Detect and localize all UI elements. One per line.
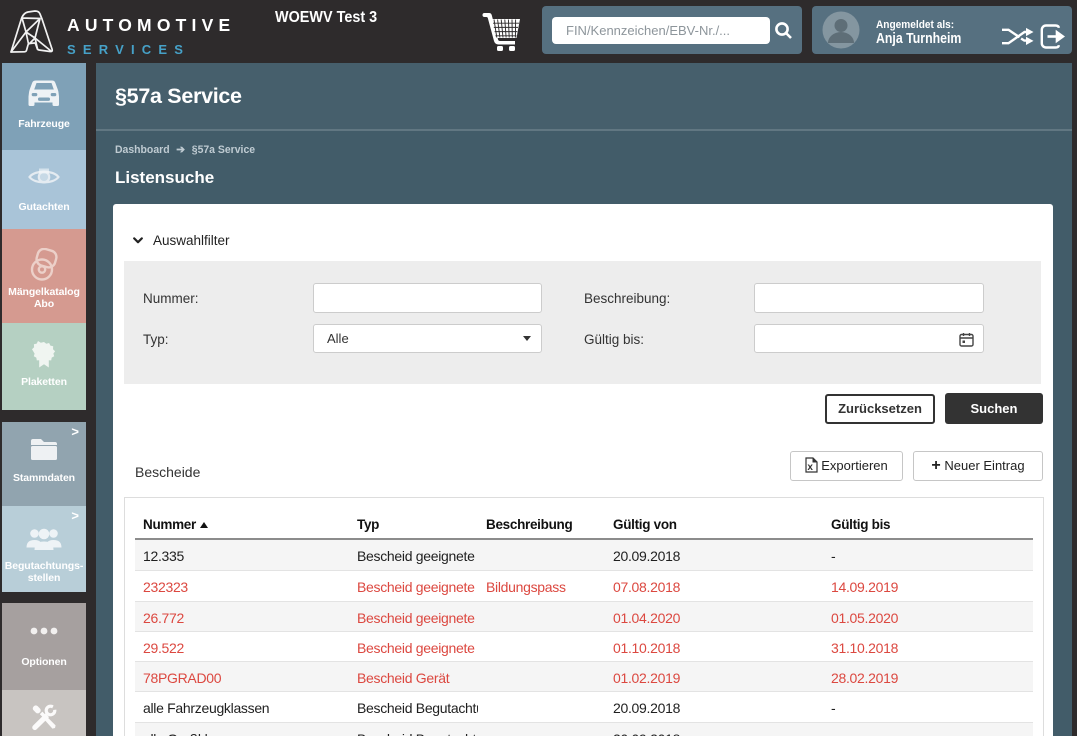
- svg-text:x: x: [808, 462, 814, 473]
